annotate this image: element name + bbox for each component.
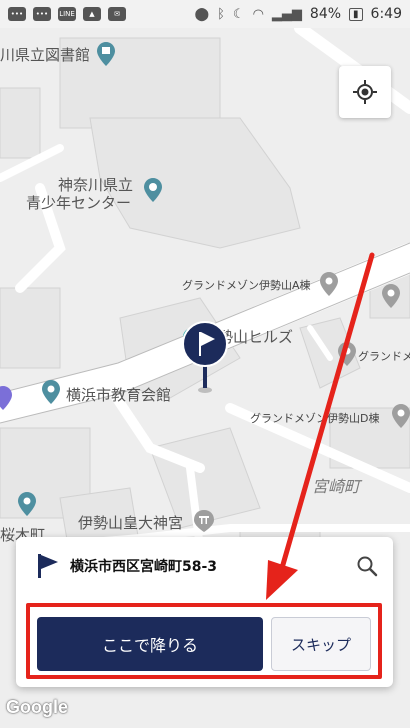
library-pin-icon[interactable] <box>97 42 115 66</box>
wifi-icon: ◠ <box>252 6 264 22</box>
map-label-education-hall: 横浜市教育会館 <box>66 386 172 404</box>
shrine-torii-icon[interactable] <box>194 510 214 534</box>
education-hall-pin-icon[interactable] <box>42 380 60 404</box>
drop-off-pin-icon[interactable] <box>181 320 229 396</box>
map-label-mansion-b: グランドメゾ <box>358 350 410 363</box>
status-bar: ••• ••• LINE ▲ ✉ ⬤ ᛒ ☾ ◠ ▂▄▆ 84% ▮ 6:49 <box>0 0 410 28</box>
map-label-youth-center-1: 神奈川県立 <box>58 176 134 194</box>
skip-button[interactable]: スキップ <box>271 617 371 671</box>
battery-percent: 84% <box>309 6 342 22</box>
clock: 6:49 <box>370 6 402 22</box>
chat-icon: ••• <box>8 7 26 21</box>
location-icon: ⬤ <box>194 6 210 22</box>
drop-off-here-button[interactable]: ここで降りる <box>37 617 263 671</box>
system-icons: ⬤ ᛒ ☾ ◠ ▂▄▆ 84% ▮ 6:49 <box>195 6 402 22</box>
map-label-shrine: 伊勢山皇大神宮 <box>78 514 184 532</box>
youth-center-pin-icon[interactable] <box>144 178 162 202</box>
bluetooth-icon: ᛒ <box>217 6 225 22</box>
google-logo: Google <box>6 697 68 717</box>
flag-icon <box>38 554 58 578</box>
image-icon: ▲ <box>83 7 101 21</box>
battery-icon: ▮ <box>349 7 363 21</box>
edge-left-pin-icon[interactable] <box>18 492 36 516</box>
my-location-button[interactable] <box>339 66 391 118</box>
search-icon[interactable] <box>356 555 378 577</box>
signal-icon: ▂▄▆ <box>271 6 302 22</box>
address-text: 横浜市西区宮崎町58-3 <box>70 559 218 575</box>
mansion-c-pin-icon[interactable] <box>382 284 400 308</box>
edge-purple-pin-icon[interactable] <box>0 386 18 410</box>
line-app-icon: LINE <box>58 7 76 21</box>
map-label-mansion-d: グランドメゾン伊勢山D棟 <box>250 412 380 425</box>
mail-icon: ✉ <box>108 7 126 21</box>
map-label-mansion-a: グランドメゾン伊勢山A棟 <box>182 279 311 292</box>
chat-icon: ••• <box>33 7 51 21</box>
notification-icons: ••• ••• LINE ▲ ✉ <box>8 7 126 21</box>
map-label-district: 宮崎町 <box>312 477 361 496</box>
drop-off-panel: 横浜市西区宮崎町58-3 ここで降りる スキップ <box>16 537 393 687</box>
mansion-b-pin-icon[interactable] <box>338 342 356 366</box>
do-not-disturb-icon: ☾ <box>232 6 245 22</box>
address-row[interactable]: 横浜市西区宮崎町58-3 <box>38 551 378 581</box>
map-label-library: 川県立図書館 <box>0 46 91 64</box>
mansion-a-pin-icon[interactable] <box>320 272 338 296</box>
mansion-d-pin-icon[interactable] <box>392 404 410 428</box>
crosshair-icon <box>353 80 377 104</box>
map-label-youth-center-2: 青少年センター <box>26 194 132 212</box>
